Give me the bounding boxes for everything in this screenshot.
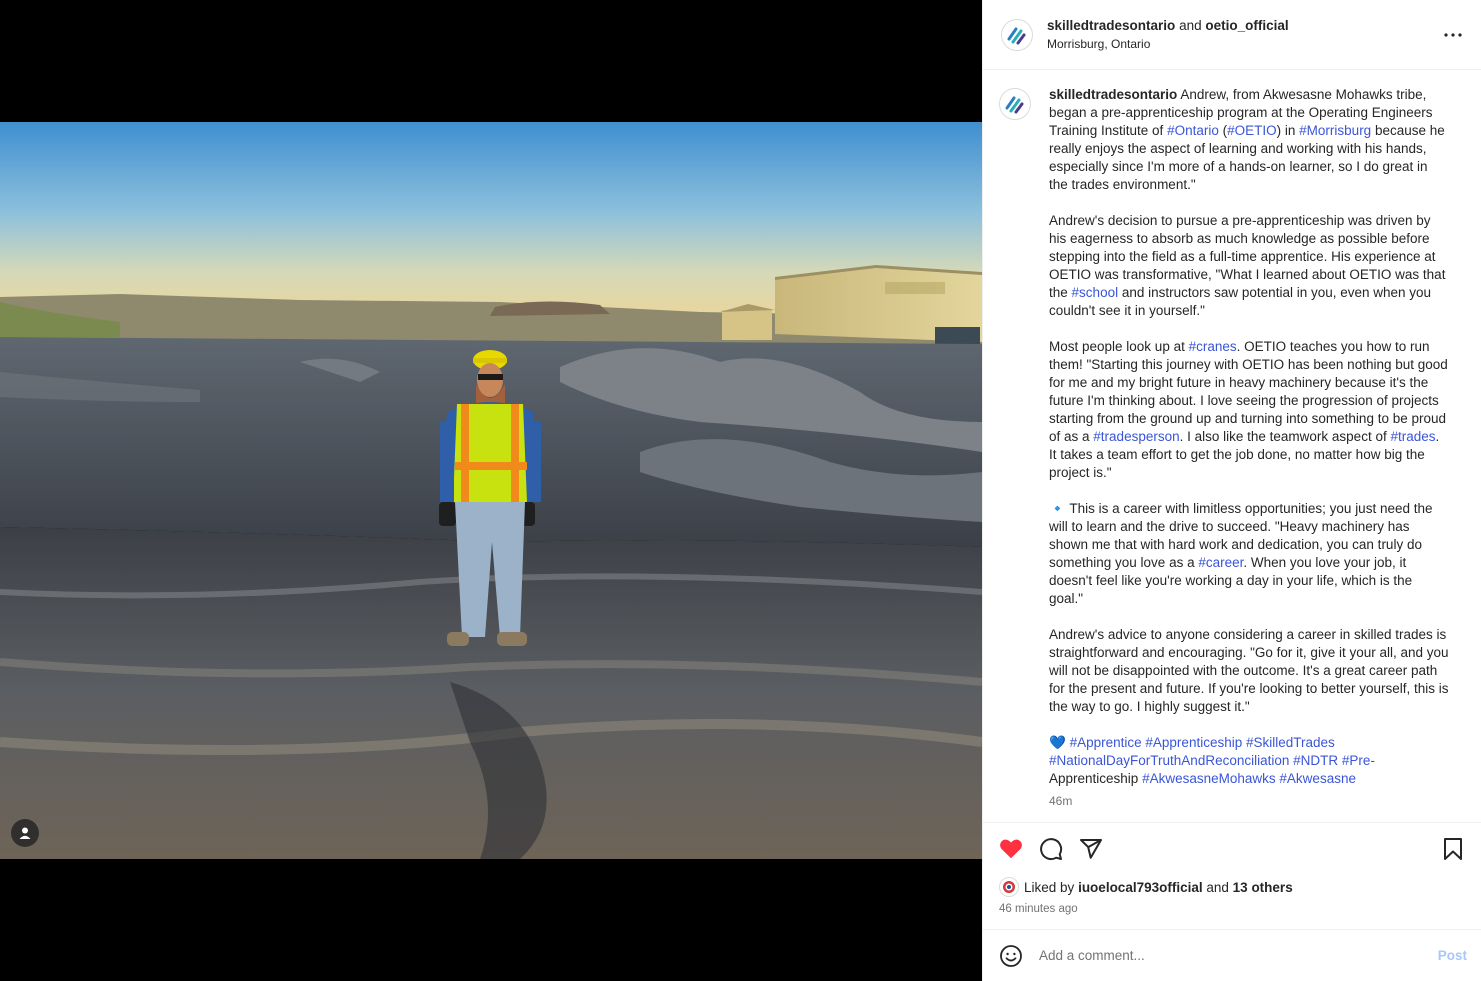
user-tag-icon bbox=[19, 827, 31, 839]
hashtag-link[interactable]: #cranes bbox=[1189, 339, 1237, 354]
more-options-button[interactable] bbox=[1441, 23, 1465, 47]
post-photo bbox=[0, 122, 982, 859]
hashtag-link[interactable]: #school bbox=[1072, 285, 1119, 300]
caption-paragraph-4: 🔹 This is a career with limitless opport… bbox=[1049, 500, 1449, 608]
likes-others-link[interactable]: 13 others bbox=[1233, 880, 1293, 895]
save-button[interactable] bbox=[1441, 837, 1465, 861]
hashtag-link[interactable]: #tradesperson bbox=[1093, 429, 1179, 444]
instagram-post-modal: skilledtradesontario and oetio_official … bbox=[0, 0, 1481, 981]
comment-input[interactable] bbox=[1039, 948, 1438, 963]
caption-username[interactable]: skilledtradesontario bbox=[1049, 87, 1177, 102]
hashtag-link[interactable]: #NationalDayForTruthAndReconciliation bbox=[1049, 753, 1289, 768]
liker-username[interactable]: iuoelocal793official bbox=[1078, 880, 1203, 895]
liker-avatar[interactable] bbox=[999, 877, 1019, 897]
post-header: skilledtradesontario and oetio_official … bbox=[983, 0, 1481, 70]
hashtag-link[interactable]: #Apprentice bbox=[1070, 735, 1142, 750]
hashtag-link[interactable]: #Ontario bbox=[1167, 123, 1219, 138]
post-actions-block: Liked by iuoelocal793official and 13 oth… bbox=[983, 822, 1481, 929]
caption-paragraph-2: Andrew's decision to pursue a pre-appren… bbox=[1049, 212, 1449, 320]
emoji-button[interactable] bbox=[999, 944, 1023, 968]
union-logo-icon bbox=[1003, 881, 1015, 893]
post-media bbox=[0, 0, 982, 981]
hashtag-link[interactable]: #Akwesasne bbox=[1279, 771, 1356, 786]
comment-icon bbox=[1040, 838, 1063, 861]
caption-paragraph-5: Andrew's advice to anyone considering a … bbox=[1049, 627, 1449, 714]
liked-by-joiner: and bbox=[1206, 879, 1229, 895]
caption-row: skilledtradesontario Andrew, from Akwesa… bbox=[999, 86, 1465, 810]
skilledtrades-logo-icon bbox=[1007, 27, 1026, 44]
hashtag-link[interactable]: #OETIO bbox=[1227, 123, 1277, 138]
like-button[interactable] bbox=[999, 837, 1023, 861]
skilledtrades-logo-icon bbox=[1005, 96, 1024, 114]
caption-text-segment: Apprenticeship bbox=[1049, 771, 1139, 786]
diamond-emoji-icon: 🔹 bbox=[1049, 501, 1066, 516]
author-username[interactable]: skilledtradesontario bbox=[1047, 18, 1175, 33]
coauthor-username[interactable]: oetio_official bbox=[1205, 18, 1288, 33]
caption-paragraph-1: skilledtradesontario Andrew, from Akwesa… bbox=[1049, 86, 1449, 194]
caption-paragraph-3: Most people look up at #cranes. OETIO te… bbox=[1049, 338, 1449, 482]
share-button[interactable] bbox=[1079, 837, 1103, 861]
post-comment-button[interactable]: Post bbox=[1438, 948, 1467, 963]
more-horizontal-icon bbox=[1444, 32, 1462, 37]
caption-author-avatar[interactable] bbox=[999, 88, 1031, 120]
authors-joiner: and bbox=[1179, 18, 1202, 33]
hashtag-link[interactable]: #trades bbox=[1390, 429, 1435, 444]
caption-text: skilledtradesontario Andrew, from Akwesa… bbox=[1049, 86, 1449, 810]
liked-by-prefix: Liked by bbox=[1024, 879, 1075, 895]
header-text: skilledtradesontario and oetio_official … bbox=[1047, 18, 1289, 51]
action-bar bbox=[999, 823, 1465, 875]
post-time-ago[interactable]: 46 minutes ago bbox=[999, 903, 1465, 915]
hashtag-link[interactable]: #Pre- bbox=[1342, 753, 1375, 768]
caption-timestamp[interactable]: 46m bbox=[1049, 792, 1449, 810]
caption-text-segment: Most people look up at bbox=[1049, 339, 1185, 354]
caption-text-segment: . I also like the teamwork aspect of bbox=[1179, 429, 1387, 444]
blue-heart-emoji-icon: 💙 bbox=[1049, 735, 1066, 750]
hashtag-link[interactable]: #career bbox=[1198, 555, 1243, 570]
caption-paragraph-6: 💙 #Apprentice #Apprenticeship #SkilledTr… bbox=[1049, 734, 1449, 788]
header-authors: skilledtradesontario and oetio_official bbox=[1047, 18, 1289, 33]
bookmark-icon bbox=[1444, 838, 1462, 860]
tagged-users-button[interactable] bbox=[11, 819, 39, 847]
comment-button[interactable] bbox=[1039, 837, 1063, 861]
hashtag-link[interactable]: #AkwesasneMohawks bbox=[1142, 771, 1276, 786]
caption-text-segment: ) in bbox=[1276, 123, 1296, 138]
hashtag-link[interactable]: #Apprenticeship bbox=[1145, 735, 1242, 750]
hashtag-link[interactable]: #Morrisburg bbox=[1299, 123, 1371, 138]
author-avatar[interactable] bbox=[1001, 18, 1033, 51]
post-location[interactable]: Morrisburg, Ontario bbox=[1047, 37, 1289, 51]
liked-by: Liked by iuoelocal793official and 13 oth… bbox=[999, 877, 1465, 897]
caption-area: skilledtradesontario Andrew, from Akwesa… bbox=[983, 70, 1481, 822]
construction-site-image bbox=[0, 122, 982, 859]
hashtag-link[interactable]: #SkilledTrades bbox=[1246, 735, 1335, 750]
share-icon bbox=[1080, 839, 1102, 859]
comment-bar: Post bbox=[983, 929, 1481, 981]
emoji-icon bbox=[1000, 944, 1022, 967]
post-side-panel: skilledtradesontario and oetio_official … bbox=[982, 0, 1481, 981]
hashtag-link[interactable]: #NDTR bbox=[1293, 753, 1338, 768]
heart-filled-icon bbox=[1000, 839, 1022, 859]
